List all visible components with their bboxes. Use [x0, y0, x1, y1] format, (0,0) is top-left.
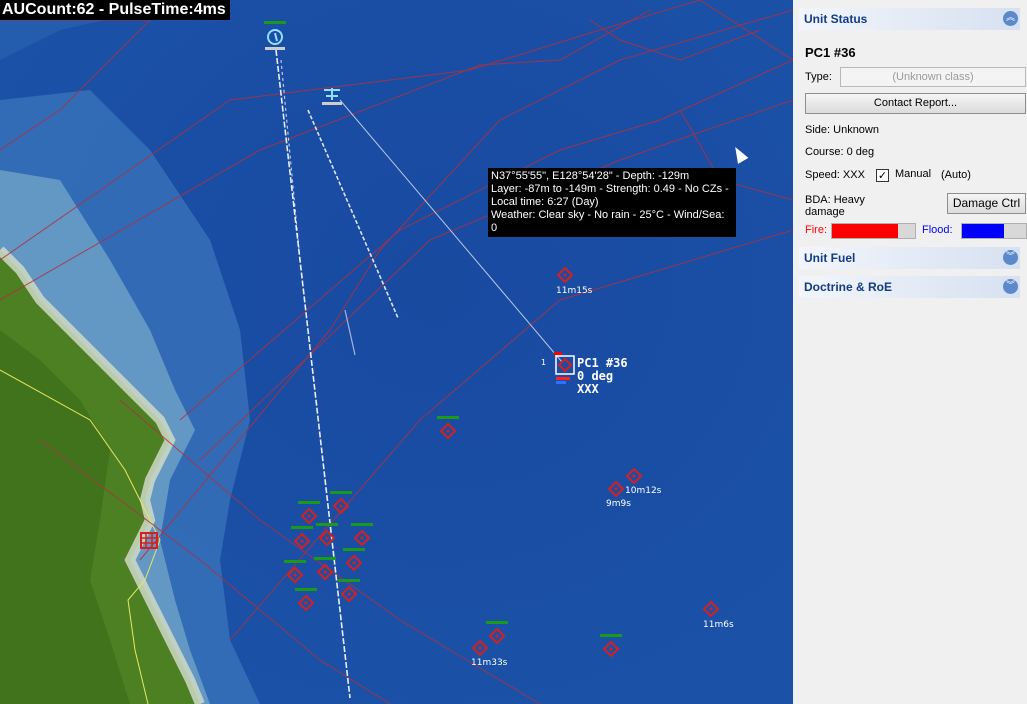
doctrine-title: Doctrine & RoE	[804, 280, 893, 294]
chevron-up-icon[interactable]: ︽	[1003, 11, 1018, 26]
contact-time-label: 9m9s	[606, 499, 631, 509]
tooltip-line: Layer: -87m to -149m - Strength: 0.49 - …	[491, 183, 729, 195]
unit-altitude: XXX	[577, 382, 599, 396]
unit-fuel-header[interactable]: Unit Fuel ︾	[799, 247, 1020, 269]
fire-level-fill	[832, 224, 899, 238]
contact-time-label: 11m33s	[471, 658, 508, 668]
flood-label: Flood:	[922, 224, 953, 236]
flood-level-fill	[962, 224, 1004, 238]
unit-index-label: 1	[541, 358, 547, 367]
tooltip-line: Weather: Clear sky - No rain - 25°C - Wi…	[491, 209, 725, 234]
unit-name-heading: PC1 #36	[805, 45, 856, 60]
map-canvas[interactable]	[0, 0, 793, 704]
manual-checkbox[interactable]: ✓	[876, 169, 889, 182]
contact-time-label: 11m6s	[703, 620, 734, 630]
chevron-down-icon[interactable]: ︾	[1003, 250, 1018, 265]
damage-control-button[interactable]: Damage Ctrl	[947, 193, 1026, 214]
contact-report-button[interactable]: Contact Report...	[805, 93, 1026, 114]
type-label: Type:	[805, 71, 832, 83]
unit-status-title: Unit Status	[804, 12, 868, 26]
fire-level-bar	[831, 223, 916, 239]
bda-text: BDA: Heavy damage	[805, 194, 865, 218]
type-field[interactable]: (Unknown class)	[840, 67, 1026, 87]
tooltip-line: N37°55'55", E128°54'28" - Depth: -129m	[491, 170, 690, 182]
map-tooltip: N37°55'55", E128°54'28" - Depth: -129m L…	[488, 168, 736, 237]
chevron-down-icon[interactable]: ︾	[1003, 279, 1018, 294]
auto-label: (Auto)	[941, 169, 971, 181]
flood-level-bar	[961, 223, 1027, 239]
selected-unit-label: PC1 #36 0 deg XXX	[577, 357, 628, 396]
tactical-map[interactable]: AUCount:62 - PulseTime:4ms N37°55'55", E…	[0, 0, 793, 704]
unit-status-header[interactable]: Unit Status ︽	[799, 8, 1020, 30]
side-text: Side: Unknown	[805, 124, 879, 136]
au-count-readout: AUCount:62 - PulseTime:4ms	[0, 0, 230, 20]
tooltip-line: Local time: 6:27 (Day)	[491, 196, 599, 208]
unit-fuel-title: Unit Fuel	[804, 251, 856, 265]
manual-label: Manual	[895, 168, 932, 180]
speed-text: Speed: XXX	[805, 169, 865, 181]
course-text: Course: 0 deg	[805, 146, 875, 158]
contact-time-label: 11m15s	[556, 286, 593, 296]
doctrine-header[interactable]: Doctrine & RoE ︾	[799, 276, 1020, 298]
side-panel: Unit Status ︽ PC1 #36 Type: (Unknown cla…	[793, 0, 1027, 704]
fire-label: Fire:	[805, 224, 827, 236]
contact-time-label: 10m12s	[625, 486, 662, 496]
